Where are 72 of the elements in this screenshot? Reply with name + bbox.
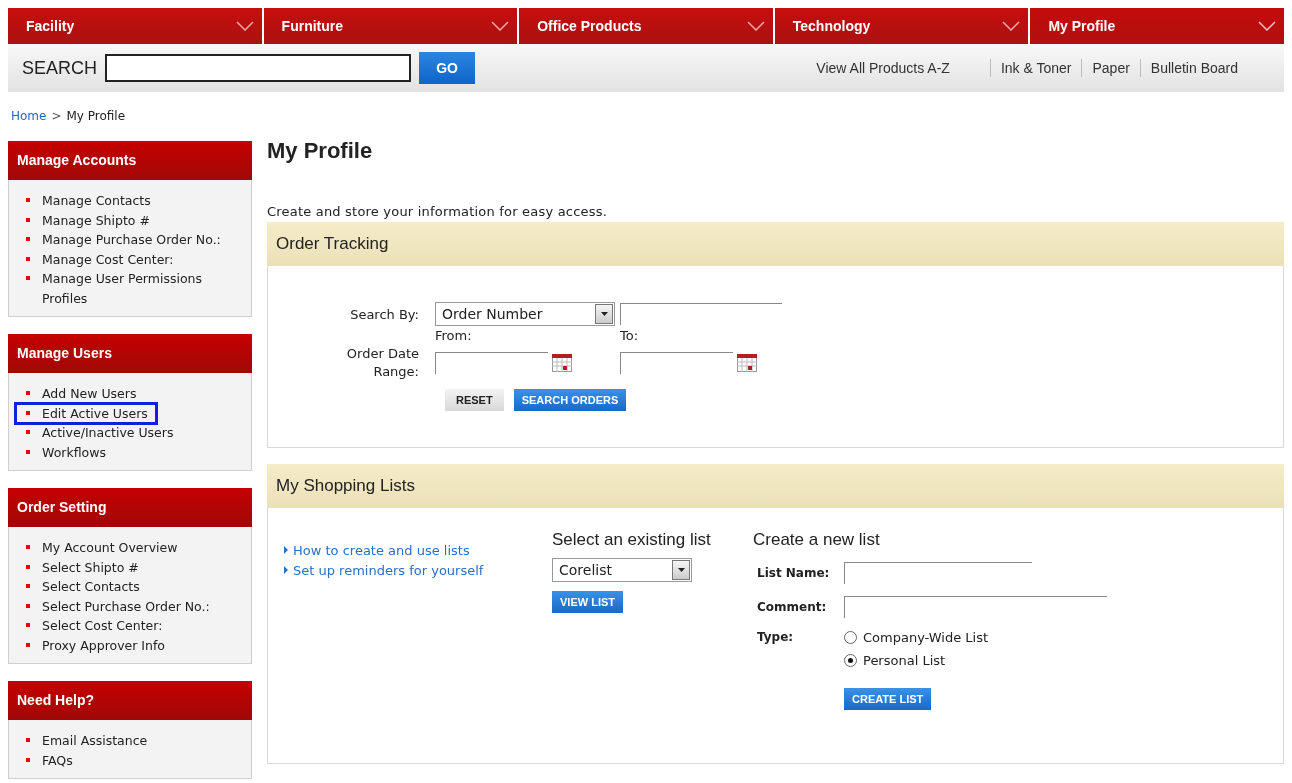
nav-tab[interactable]: My Profile	[1030, 8, 1284, 44]
intro-text: Create and store your information for easy access.	[267, 204, 608, 219]
field-label: Type:	[757, 630, 795, 644]
search-by-dropdown[interactable]: Order Number	[435, 302, 615, 326]
chevron-down-icon	[491, 21, 510, 31]
field-label: From:	[435, 328, 473, 343]
nav-tab[interactable]: Technology	[774, 8, 1029, 44]
help-link[interactable]: Set up reminders for yourself	[293, 562, 484, 578]
radio-button[interactable]	[844, 631, 857, 644]
sidebar-link[interactable]: My Account Overview	[16, 538, 186, 558]
quick-link[interactable]: Bulletin Board	[1140, 60, 1248, 76]
list-dropdown[interactable]: Corelist	[552, 558, 692, 582]
sidebar-link[interactable]: Active/Inactive Users	[16, 423, 182, 443]
chevron-down-icon	[235, 21, 254, 31]
chevron-down-icon	[1257, 21, 1276, 31]
radio-label: Company-Wide List	[863, 630, 989, 645]
panel-heading: My Shopping Lists	[267, 464, 1284, 508]
help-link[interactable]: How to create and use lists	[293, 542, 470, 558]
breadcrumb-current: My Profile	[66, 109, 126, 123]
breadcrumb-separator: >	[51, 109, 62, 123]
section-heading: Create a new list	[753, 530, 881, 550]
field-label: Order Date Range:	[345, 345, 420, 381]
go-button[interactable]: GO	[419, 52, 475, 84]
sidebar-link[interactable]: Edit Active Users	[16, 403, 156, 423]
dropdown-arrow-icon	[600, 312, 608, 316]
radio-label: Personal List	[863, 653, 946, 668]
sidebar-link[interactable]: Email Assistance	[16, 731, 156, 751]
sidebar-link[interactable]: FAQs	[16, 750, 81, 770]
triangle-right-icon	[284, 566, 288, 574]
field-label: Search By:	[349, 306, 420, 322]
sidebar-link[interactable]: Manage Contacts	[16, 191, 159, 211]
create-list-button[interactable]: CREATE LIST	[844, 688, 932, 710]
panel-heading: Order Tracking	[267, 222, 1284, 266]
reset-button[interactable]: RESET	[445, 389, 504, 411]
calendar-icon[interactable]	[737, 354, 757, 372]
sidebar-heading: Manage Users	[8, 334, 252, 373]
chevron-down-icon	[746, 21, 765, 31]
section-heading: Select an existing list	[552, 530, 712, 550]
breadcrumb-link[interactable]: Home	[11, 109, 47, 123]
calendar-icon[interactable]	[552, 354, 572, 372]
sidebar-link[interactable]: Workflows	[16, 442, 114, 462]
quick-link[interactable]: View All Products A-Z	[806, 60, 960, 76]
sidebar-link[interactable]: Select Shipto #	[16, 557, 147, 577]
sidebar-link[interactable]: Manage Purchase Order No.:	[16, 230, 229, 250]
nav-tab[interactable]: Office Products	[519, 8, 773, 44]
search-orders-button[interactable]: SEARCH ORDERS	[513, 389, 627, 411]
sidebar-link[interactable]: Manage User Permissions Profiles	[16, 269, 250, 308]
sidebar-heading: Manage Accounts	[8, 141, 252, 180]
field-label: List Name:	[757, 566, 831, 580]
sidebar-link[interactable]: Add New Users	[16, 384, 145, 404]
dropdown-arrow-icon	[677, 568, 685, 572]
sidebar-link[interactable]: Manage Shipto #	[16, 210, 158, 230]
sidebar-link[interactable]: Select Contacts	[16, 577, 148, 597]
quick-link[interactable]: Paper	[1082, 60, 1140, 76]
nav-tab[interactable]: Furniture	[263, 8, 518, 44]
search-label: SEARCH	[22, 57, 97, 79]
sidebar-link[interactable]: Select Cost Center:	[16, 616, 171, 636]
view-list-button[interactable]: VIEW LIST	[552, 591, 623, 613]
nav-tab[interactable]: Facility	[8, 8, 262, 44]
field-label: To:	[620, 328, 640, 343]
sidebar-heading: Order Setting	[8, 488, 252, 527]
sidebar-link[interactable]: Manage Cost Center:	[16, 249, 182, 269]
sidebar-heading: Need Help?	[8, 681, 252, 720]
field-label: Comment:	[757, 600, 828, 614]
quick-link[interactable]: Ink & Toner	[990, 60, 1082, 76]
sidebar-link[interactable]: Proxy Approver Info	[16, 635, 173, 655]
search-field[interactable]	[105, 54, 411, 82]
chevron-down-icon	[1002, 21, 1021, 31]
triangle-right-icon	[284, 546, 288, 554]
radio-button[interactable]	[844, 654, 857, 667]
sidebar-link[interactable]: Select Purchase Order No.:	[16, 596, 218, 616]
page-title: My Profile	[267, 138, 374, 164]
